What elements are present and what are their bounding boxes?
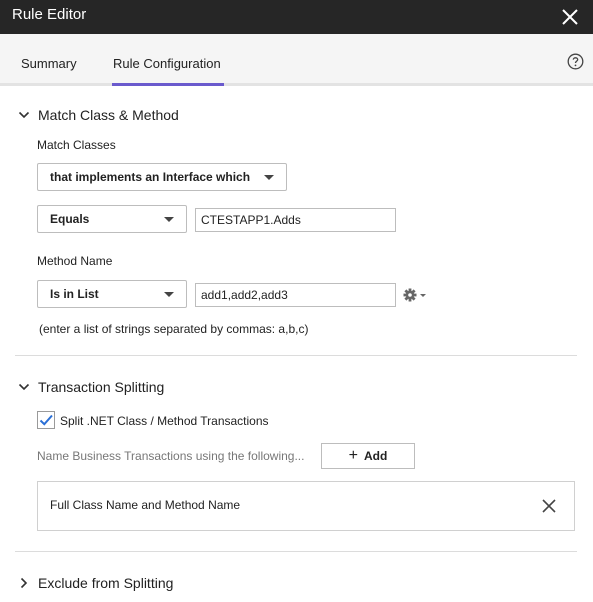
method-hint: (enter a list of strings separated by co… (39, 322, 309, 336)
window-title: Rule Editor (12, 6, 87, 23)
split-transactions-label: Split .NET Class / Method Transactions (60, 414, 269, 428)
section-title: Exclude from Splitting (38, 575, 174, 591)
naming-label: Name Business Transactions using the fol… (37, 449, 305, 463)
method-operator-select[interactable]: Is in List (37, 280, 187, 308)
chevron-down-icon (18, 383, 30, 391)
caret-down-icon (164, 292, 174, 297)
section-exclude-from-splitting[interactable]: Exclude from Splitting (18, 575, 173, 591)
naming-item-label: Full Class Name and Method Name (50, 498, 241, 512)
class-type-value: that implements an Interface which (50, 170, 251, 184)
add-button[interactable]: + Add (321, 443, 415, 469)
checkmark-icon (39, 414, 53, 426)
help-icon[interactable] (567, 53, 584, 70)
remove-icon[interactable] (541, 498, 557, 514)
class-operator-select[interactable]: Equals (37, 205, 187, 233)
gear-icon[interactable] (403, 287, 427, 303)
tab-bar: Summary Rule Configuration (0, 34, 593, 86)
active-tab-indicator (112, 83, 224, 86)
method-value-input[interactable] (195, 283, 396, 307)
split-transactions-checkbox[interactable] (37, 411, 55, 429)
title-bar: Rule Editor (0, 0, 593, 34)
match-classes-label: Match Classes (37, 138, 116, 152)
close-icon[interactable] (559, 6, 581, 28)
naming-item: Full Class Name and Method Name (37, 481, 575, 531)
plus-icon: + (348, 447, 358, 464)
method-operator-value: Is in List (50, 287, 99, 301)
caret-down-icon (164, 217, 174, 222)
class-value-input[interactable] (195, 208, 396, 232)
section-title: Transaction Splitting (38, 379, 165, 395)
section-transaction-splitting[interactable]: Transaction Splitting (18, 379, 164, 395)
chevron-down-icon (18, 111, 30, 119)
method-name-label: Method Name (37, 254, 113, 268)
class-operator-value: Equals (50, 212, 90, 226)
class-type-select[interactable]: that implements an Interface which (37, 163, 287, 191)
tab-summary[interactable]: Summary (21, 56, 77, 71)
caret-down-icon (264, 175, 274, 180)
add-button-label: Add (364, 449, 388, 463)
tab-rule-configuration[interactable]: Rule Configuration (113, 56, 221, 71)
section-title: Match Class & Method (38, 107, 179, 123)
chevron-right-icon (20, 577, 28, 589)
divider (15, 551, 577, 552)
divider (15, 355, 577, 356)
section-match-class-method[interactable]: Match Class & Method (18, 107, 179, 123)
